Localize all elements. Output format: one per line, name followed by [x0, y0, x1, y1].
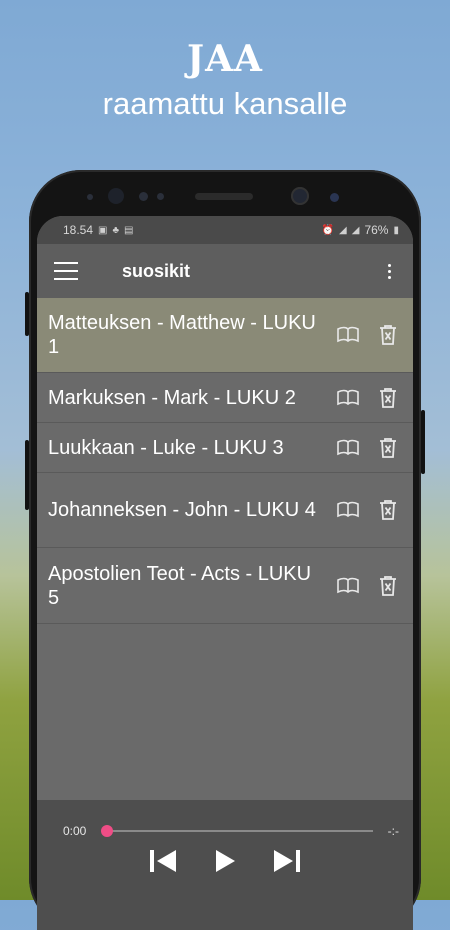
- proximity-sensor: [139, 192, 148, 201]
- seek-thumb[interactable]: [101, 825, 113, 837]
- favorites-list: Matteuksen - Matthew - LUKU 1 Markuksen …: [37, 298, 413, 624]
- front-camera: [291, 187, 309, 205]
- favorite-label: Johanneksen - John - LUKU 4: [48, 499, 316, 521]
- favorite-row[interactable]: Markuksen - Mark - LUKU 2: [37, 373, 413, 423]
- bixby-button: [25, 440, 29, 510]
- favorite-label: Markuksen - Mark - LUKU 2: [48, 386, 296, 409]
- battery-percent: 76%: [364, 223, 389, 237]
- light-sensor: [157, 193, 164, 200]
- trash-icon[interactable]: [375, 322, 401, 348]
- more-options-icon[interactable]: [379, 263, 399, 279]
- trash-icon[interactable]: [375, 497, 401, 523]
- alarm-icon: ⏰: [321, 224, 335, 236]
- earpiece-speaker: [195, 193, 253, 200]
- phone-screen: 18.54 ▣ ♣ ▤ ⏰ ◢ ◢ 76% ▮ suosikit Matteuk…: [37, 216, 413, 930]
- trash-icon[interactable]: [375, 435, 401, 461]
- iris-camera: [330, 193, 339, 202]
- book-open-icon[interactable]: [335, 322, 361, 348]
- volume-button: [25, 292, 29, 336]
- status-time: 18.54: [63, 223, 94, 237]
- iris-sensor: [108, 188, 124, 204]
- phone-frame: 18.54 ▣ ♣ ▤ ⏰ ◢ ◢ 76% ▮ suosikit Matteuk…: [25, 170, 425, 930]
- tree-notification-icon: ♣: [112, 224, 120, 236]
- promo-logo: JAA: [187, 38, 263, 80]
- book-open-icon[interactable]: [335, 497, 361, 523]
- book-open-icon[interactable]: [335, 385, 361, 411]
- sensor-dot: [87, 194, 93, 200]
- trash-icon[interactable]: [375, 385, 401, 411]
- trash-icon[interactable]: [375, 573, 401, 599]
- app-bar: suosikit: [37, 244, 413, 298]
- audio-player: 0:00 -:-: [37, 800, 413, 930]
- hamburger-menu-icon[interactable]: [54, 262, 78, 280]
- playback-controls: [37, 846, 413, 876]
- elapsed-time: 0:00: [63, 824, 87, 838]
- favorite-row[interactable]: Johanneksen - John - LUKU 4: [37, 473, 413, 548]
- favorite-label: Matteuksen - Matthew - LUKU 1: [48, 312, 316, 358]
- skip-previous-icon[interactable]: [148, 846, 178, 876]
- skip-next-icon[interactable]: [272, 846, 302, 876]
- book-open-icon[interactable]: [335, 573, 361, 599]
- favorite-label: Apostolien Teot - Acts - LUKU 5: [48, 562, 312, 609]
- promo-tagline: raamattu kansalle: [102, 86, 348, 121]
- seek-bar[interactable]: [107, 830, 373, 832]
- message-notification-icon: ▤: [124, 224, 134, 236]
- image-notification-icon: ▣: [98, 224, 108, 236]
- status-bar: 18.54 ▣ ♣ ▤ ⏰ ◢ ◢ 76% ▮: [37, 216, 413, 244]
- favorite-label: Luukkaan - Luke - LUKU 3: [48, 436, 284, 459]
- book-open-icon[interactable]: [335, 435, 361, 461]
- page-title: suosikit: [122, 260, 191, 281]
- duration-time: -:-: [387, 824, 399, 838]
- favorite-row[interactable]: Luukkaan - Luke - LUKU 3: [37, 423, 413, 473]
- favorite-row[interactable]: Matteuksen - Matthew - LUKU 1: [37, 298, 413, 373]
- play-icon[interactable]: [210, 846, 240, 876]
- favorite-row[interactable]: Apostolien Teot - Acts - LUKU 5: [37, 548, 413, 624]
- power-button: [421, 410, 425, 474]
- signal-icon-2: ◢: [351, 224, 360, 236]
- battery-icon: ▮: [393, 224, 399, 236]
- signal-icon: ◢: [339, 224, 347, 236]
